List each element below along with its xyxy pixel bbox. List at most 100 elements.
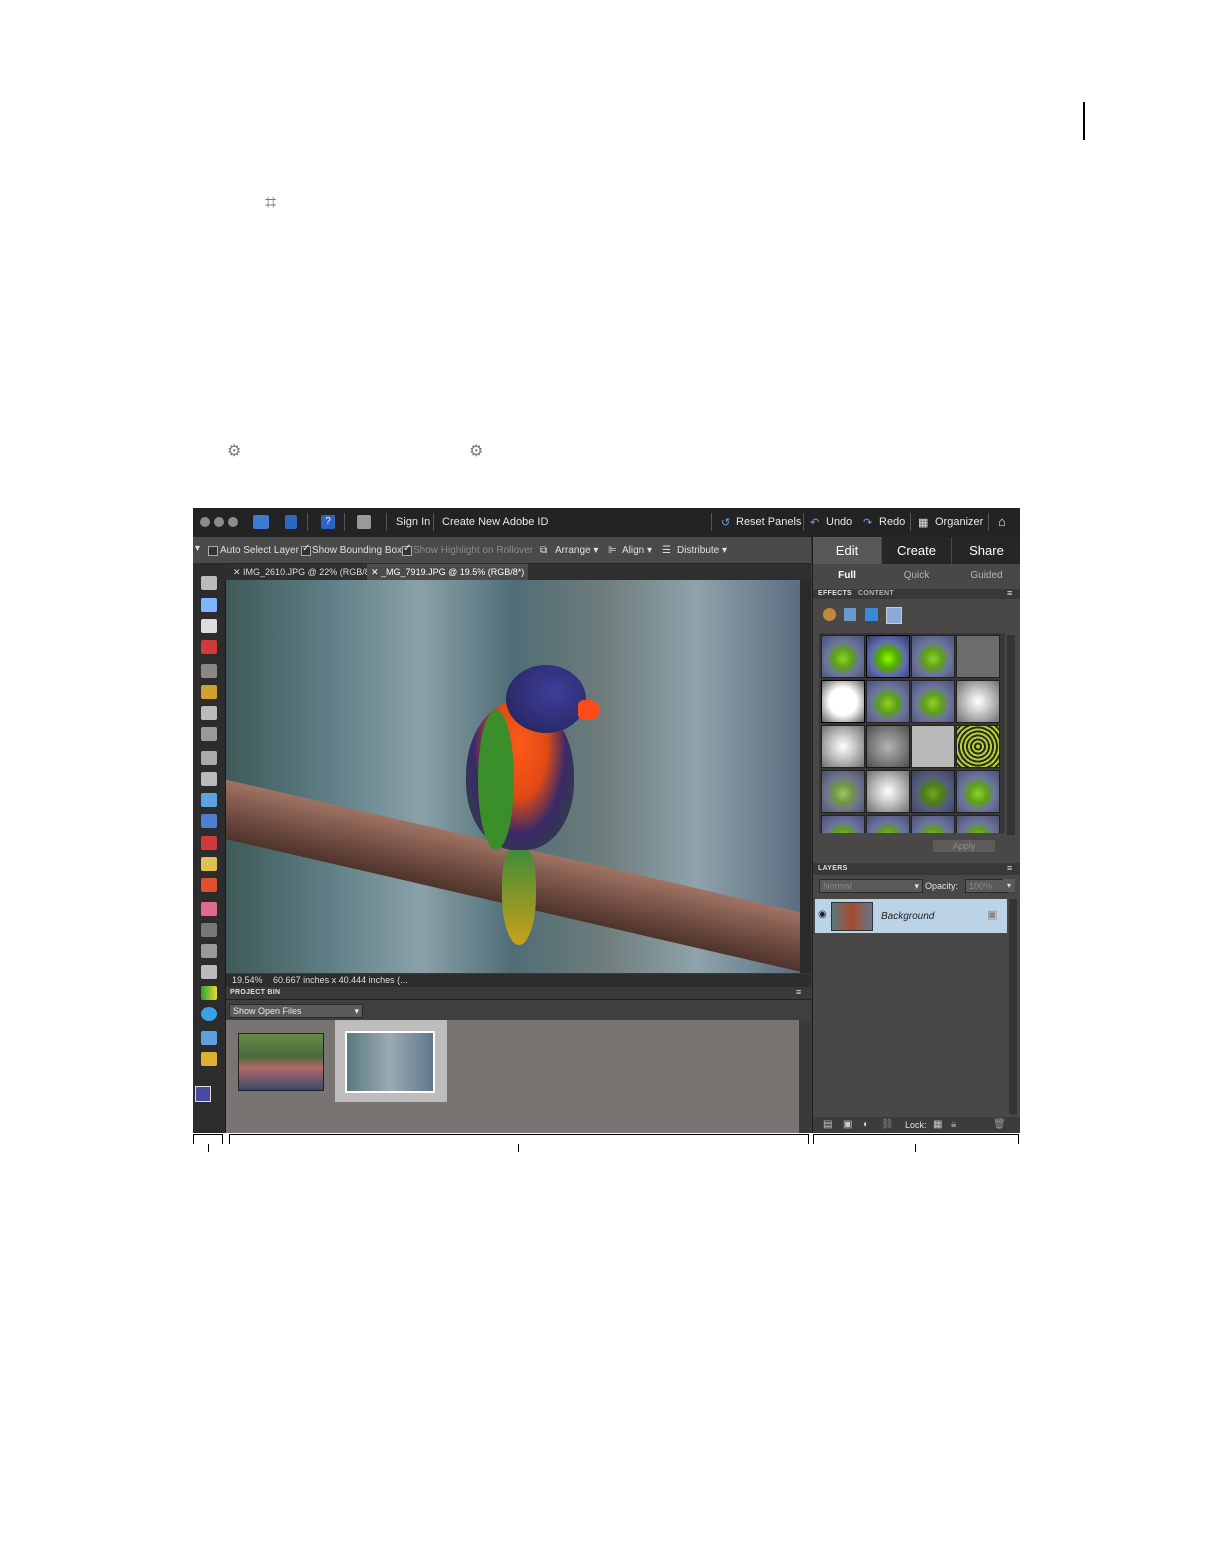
adjustment-layer-icon[interactable]: ◐: [863, 1119, 869, 1130]
distribute-dropdown[interactable]: Distribute ▾: [677, 545, 727, 556]
eraser-tool-icon[interactable]: [201, 902, 217, 916]
opacity-dropdown-arrow[interactable]: ▾: [1003, 879, 1015, 892]
foreground-color-swatch[interactable]: [195, 1086, 211, 1102]
move-tool-icon[interactable]: [201, 576, 217, 590]
lock-all-icon[interactable]: 🔒︎: [951, 1119, 956, 1130]
tab-share[interactable]: Share: [952, 537, 1020, 564]
tab-content[interactable]: CONTENT: [858, 590, 894, 597]
redo-button[interactable]: Redo: [879, 516, 905, 528]
document-tab-active[interactable]: ✕ _MG_7919.JPG @ 19.5% (RGB/8*): [367, 564, 529, 580]
layout-icon[interactable]: [357, 515, 371, 529]
effect-thumbnail[interactable]: [821, 815, 865, 833]
panel-menu-icon[interactable]: ≡: [796, 987, 802, 997]
organizer-button[interactable]: Organizer: [935, 516, 983, 528]
effects-scrollbar[interactable]: [1007, 635, 1015, 835]
image-canvas[interactable]: [226, 580, 800, 973]
tab-create[interactable]: Create: [882, 537, 951, 564]
cookie-cutter-tool-icon[interactable]: [201, 793, 217, 807]
blend-mode-dropdown[interactable]: Normal ▾: [819, 879, 923, 893]
bin-thumbnail-family[interactable]: [238, 1033, 324, 1091]
tab-effects[interactable]: EFFECTS: [818, 590, 852, 597]
sponge-tool-icon[interactable]: [201, 1052, 217, 1066]
new-group-icon[interactable]: ▣: [843, 1119, 852, 1130]
panel-menu-icon[interactable]: ≡: [1007, 863, 1013, 873]
bin-thumbnail-parrot[interactable]: [345, 1031, 435, 1093]
effect-thumbnail[interactable]: [821, 770, 865, 813]
custom-shape-tool-icon[interactable]: [201, 1007, 217, 1021]
effect-thumbnail[interactable]: [956, 635, 1000, 678]
window-minimize-button[interactable]: [214, 517, 224, 527]
window-close-button[interactable]: [200, 517, 210, 527]
effect-thumbnail[interactable]: [911, 680, 955, 723]
red-eye-tool-icon[interactable]: [201, 836, 217, 850]
brush-tool-icon[interactable]: [201, 923, 217, 937]
link-icon[interactable]: ⛓: [881, 1119, 894, 1130]
effect-thumbnail[interactable]: [866, 635, 910, 678]
layer-styles-icon[interactable]: [844, 608, 856, 621]
magic-wand-tool-icon[interactable]: [201, 706, 217, 720]
undo-button[interactable]: Undo: [826, 516, 852, 528]
apply-button[interactable]: Apply: [933, 840, 995, 852]
new-file-icon[interactable]: [253, 515, 269, 529]
marquee-tool-icon[interactable]: [201, 664, 217, 678]
clone-stamp-tool-icon[interactable]: [201, 878, 217, 892]
home-icon[interactable]: ⌂: [998, 514, 1006, 529]
show-all-icon[interactable]: [886, 607, 902, 624]
align-dropdown[interactable]: Align ▾: [622, 545, 652, 556]
tab-guided[interactable]: Guided: [952, 565, 1020, 587]
auto-select-checkbox[interactable]: [208, 546, 218, 556]
blur-tool-icon[interactable]: [201, 1031, 217, 1045]
show-files-dropdown[interactable]: Show Open Files ▾: [229, 1004, 363, 1018]
tab-quick[interactable]: Quick: [882, 565, 951, 587]
lasso-tool-icon[interactable]: [201, 685, 217, 699]
effect-thumbnail[interactable]: [956, 680, 1000, 723]
help-button[interactable]: ?: [321, 515, 335, 529]
document-tab[interactable]: ✕ IMG_2610.JPG @ 22% (RGB/8*): [229, 564, 380, 580]
straighten-tool-icon[interactable]: [201, 814, 217, 828]
effect-thumbnail[interactable]: [866, 815, 910, 833]
effect-thumbnail[interactable]: [821, 680, 865, 723]
sign-in-link[interactable]: Sign In: [396, 516, 430, 528]
options-menu-arrow[interactable]: ▾: [195, 543, 200, 554]
effect-thumbnail[interactable]: [911, 770, 955, 813]
tab-full[interactable]: Full: [813, 565, 881, 587]
crop-tool-icon[interactable]: [201, 772, 217, 786]
effect-thumbnail[interactable]: [911, 815, 955, 833]
canvas-vertical-scrollbar[interactable]: [800, 580, 811, 973]
window-maximize-button[interactable]: [228, 517, 238, 527]
arrange-dropdown[interactable]: Arrange ▾: [555, 545, 598, 556]
effect-thumbnail[interactable]: [911, 725, 955, 768]
highlight-checkbox[interactable]: [402, 543, 412, 556]
zoom-tool-icon[interactable]: [201, 598, 217, 612]
photo-effects-icon[interactable]: [865, 608, 878, 621]
lock-transparency-icon[interactable]: ▦: [933, 1119, 942, 1130]
effect-thumbnail[interactable]: [866, 770, 910, 813]
effect-thumbnail[interactable]: [956, 770, 1000, 813]
reset-panels-button[interactable]: Reset Panels: [736, 516, 801, 528]
layer-row-background[interactable]: ◉ Background ▣: [815, 899, 1007, 933]
paint-bucket-tool-icon[interactable]: [201, 965, 217, 979]
save-icon[interactable]: [285, 515, 297, 529]
effect-thumbnail[interactable]: [866, 680, 910, 723]
gradient-tool-icon[interactable]: [201, 986, 217, 1000]
healing-brush-tool-icon[interactable]: [201, 857, 217, 871]
type-tool-icon[interactable]: [201, 751, 217, 765]
effect-thumbnail[interactable]: [821, 635, 865, 678]
trash-icon[interactable]: 🗑︎: [993, 1119, 1006, 1130]
filters-icon[interactable]: [823, 608, 836, 621]
effect-thumbnail[interactable]: [956, 815, 1000, 833]
eyedropper-tool-icon[interactable]: [201, 640, 217, 654]
eye-icon[interactable]: ◉: [818, 909, 827, 920]
effect-thumbnail[interactable]: [866, 725, 910, 768]
create-adobe-id-link[interactable]: Create New Adobe ID: [442, 516, 548, 528]
effect-thumbnail[interactable]: [821, 725, 865, 768]
layers-scrollbar[interactable]: [1009, 899, 1017, 1114]
new-layer-icon[interactable]: ▤: [823, 1119, 832, 1130]
bounding-box-checkbox[interactable]: [301, 543, 311, 556]
tab-edit[interactable]: Edit: [813, 537, 881, 564]
effect-thumbnail[interactable]: [911, 635, 955, 678]
quick-selection-tool-icon[interactable]: [201, 727, 217, 741]
panel-menu-icon[interactable]: ≡: [1007, 588, 1013, 598]
effect-thumbnail[interactable]: [956, 725, 1000, 768]
smart-brush-tool-icon[interactable]: [201, 944, 217, 958]
